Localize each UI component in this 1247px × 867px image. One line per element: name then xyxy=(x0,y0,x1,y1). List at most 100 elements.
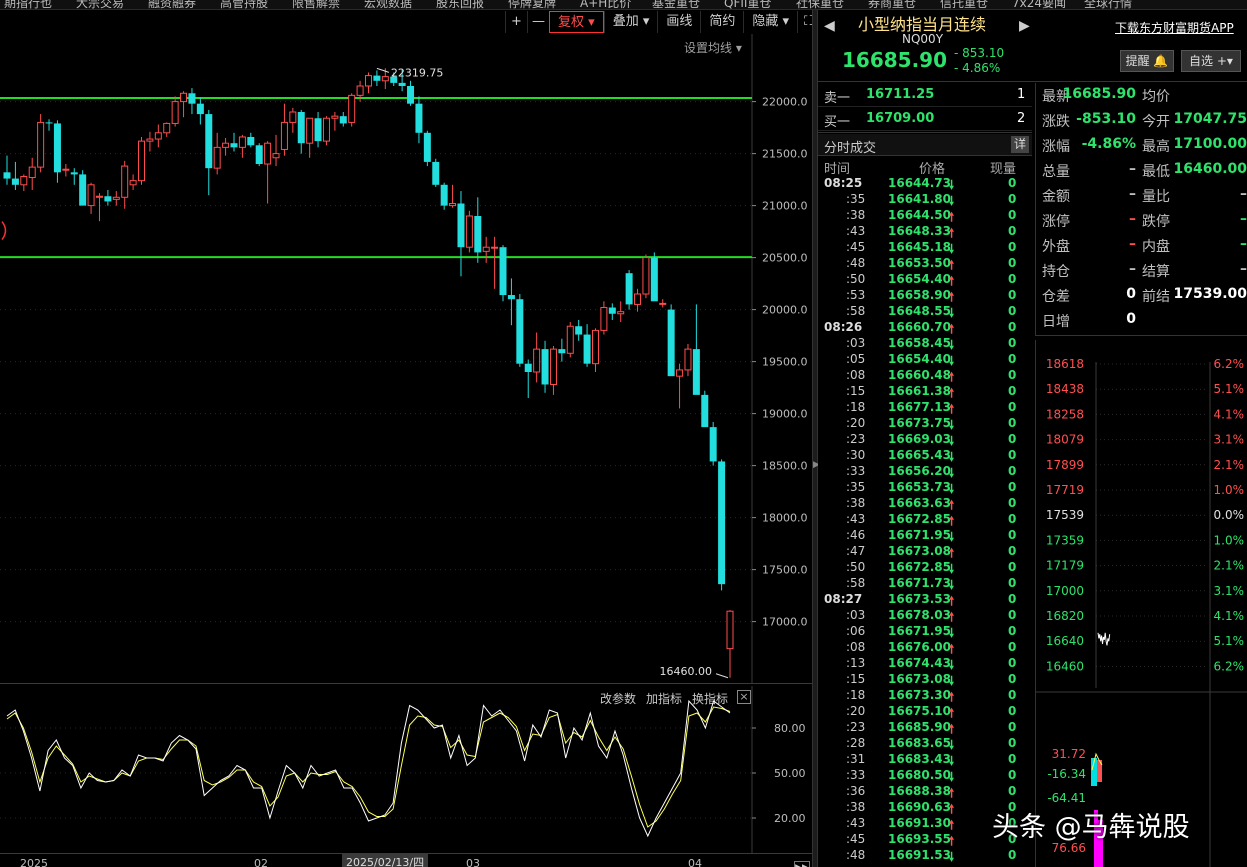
candle-body xyxy=(205,114,213,169)
tick-price: 16660.48 xyxy=(888,368,952,382)
candle-body xyxy=(171,101,179,124)
candle xyxy=(230,132,238,152)
sub-y-tick-label: 50.00 xyxy=(774,767,806,780)
tick-volume: 0 xyxy=(1008,496,1017,510)
candle xyxy=(70,168,78,185)
hide-label: 隐藏 xyxy=(752,14,779,29)
candle-body xyxy=(339,116,347,124)
candle xyxy=(516,294,524,367)
candle-body xyxy=(566,325,574,354)
sub-y-tick-label: 80.00 xyxy=(774,722,806,735)
tick-price: 16690.63 xyxy=(888,800,952,814)
candle-body xyxy=(138,140,146,182)
draw-line-button[interactable]: 画线 xyxy=(657,11,700,33)
candle xyxy=(20,174,28,192)
col-volume: 现量 xyxy=(990,162,1017,177)
candle xyxy=(499,245,507,302)
mini-pct-label: 6.2% xyxy=(1214,659,1245,673)
x-label-2025: 2025 xyxy=(20,857,48,867)
candle-body xyxy=(440,184,448,206)
top-menu-item[interactable]: 社保重仓 xyxy=(796,0,844,9)
mini-price-label: 18618 xyxy=(1046,357,1084,371)
stat-label: 日增 xyxy=(1042,314,1070,330)
tick-detail-button[interactable]: 详 xyxy=(1011,136,1029,153)
tick-price: 16673.75 xyxy=(888,416,952,430)
tick-time: 08:26 xyxy=(824,320,863,334)
top-menu-item[interactable]: 券商重仓 xyxy=(868,0,916,9)
top-menu-item[interactable]: 宏观数据 xyxy=(364,0,412,9)
alert-button[interactable]: 提醒 🔔 xyxy=(1120,50,1174,72)
top-menu-item[interactable]: 股东回报 xyxy=(436,0,484,9)
candle xyxy=(465,210,473,253)
candle xyxy=(432,158,440,187)
intraday-mini-chart[interactable]: 18618 6.2% 18438 5.1% 18258 4.1% 18079 3.1% 1789… xyxy=(1035,340,1247,867)
simple-mode-button[interactable]: 简约 xyxy=(700,11,743,33)
next-contract-icon[interactable]: ▶ xyxy=(1019,18,1030,34)
top-menu-item[interactable]: 高管持股 xyxy=(220,0,268,9)
zoom-out-button[interactable]: — xyxy=(527,11,549,33)
tick-time: 08:27 xyxy=(824,592,863,606)
tick-volume: 0 xyxy=(1008,592,1017,606)
candle xyxy=(138,136,146,185)
candle xyxy=(121,160,129,209)
kdj-indicator-chart[interactable]: 80.00 50.00 20.00 xyxy=(0,686,812,853)
top-menu-item[interactable]: 信托重仓 xyxy=(940,0,988,9)
top-menu-item[interactable]: 基金重仓 xyxy=(652,0,700,9)
top-menu-item[interactable]: 融资融券 xyxy=(148,0,196,9)
fuquan-dropdown[interactable]: 复权 ▾ xyxy=(549,11,604,33)
candle xyxy=(180,91,188,118)
top-menu-item[interactable]: 大宗交易 xyxy=(76,0,124,9)
candle-body xyxy=(104,196,112,202)
mini-pct-label: 6.2% xyxy=(1214,357,1245,371)
top-menu-item[interactable]: 7x24要闻 xyxy=(1012,0,1066,9)
top-menu-item[interactable]: 停牌复牌 xyxy=(508,0,556,9)
candle xyxy=(541,340,549,393)
download-app-link[interactable]: 下载东方财富期货APP xyxy=(1115,19,1234,36)
candle-body xyxy=(600,307,608,331)
candle-body xyxy=(549,348,557,385)
candle xyxy=(642,254,650,299)
zoom-in-button[interactable]: + xyxy=(505,11,527,33)
tick-time: :15 xyxy=(846,672,866,686)
overlay-label: 叠加 xyxy=(612,14,639,29)
tick-volume: 0 xyxy=(1008,704,1017,718)
candlestick-chart[interactable]: 22000.0 21500.0 21000.0 20500.0 20000.0 19500… xyxy=(0,34,812,684)
tick-price: 16669.03 xyxy=(888,432,952,446)
overlay-dropdown[interactable]: 叠加 ▾ xyxy=(603,11,658,33)
tick-time: :23 xyxy=(846,432,866,446)
prev-contract-icon[interactable]: ◀ xyxy=(824,18,835,34)
tick-columns: 时间 价格 现量 xyxy=(818,158,1032,177)
hide-dropdown[interactable]: 隐藏 ▾ xyxy=(743,11,797,33)
tick-price: 16660.70 xyxy=(888,320,952,334)
candle xyxy=(474,197,482,263)
mini-pct-label: 0.0% xyxy=(1214,508,1245,522)
scroll-right-icon[interactable]: ▶▶ xyxy=(794,861,810,867)
kline-chart-panel[interactable]: + — 复权 ▾ 叠加 ▾ 画线 简约 隐藏 ▾ ⛶ 设置均线 ▾ 22000.… xyxy=(0,10,813,867)
top-menu-item[interactable]: QFII重仓 xyxy=(724,0,771,9)
tick-price: 16656.20 xyxy=(888,464,952,478)
ask-label: 卖一 xyxy=(824,91,851,106)
tick-price: 16654.40 xyxy=(888,272,952,286)
candle-body xyxy=(684,348,692,371)
top-menu-item[interactable]: 全球行情 xyxy=(1084,0,1132,9)
mini-price-label: 17539 xyxy=(1046,508,1084,522)
x-label-03: 03 xyxy=(466,857,480,867)
candle-body xyxy=(642,257,650,295)
top-menu-item[interactable]: 期指行也 xyxy=(4,0,52,9)
tick-row: :38 16663.63 🠕 0 xyxy=(818,496,1032,512)
candle xyxy=(3,155,11,185)
candle xyxy=(297,109,305,154)
x-cursor-date: 2025/02/13/四 xyxy=(342,854,429,867)
candle-body xyxy=(255,145,263,164)
tick-time: :03 xyxy=(846,336,866,350)
tick-volume: 0 xyxy=(1008,512,1017,526)
add-favorite-button[interactable]: 自选 +▾ xyxy=(1181,50,1241,72)
tick-list[interactable]: 08:25 16644.73 🠗 0:35 16641.80 🠗 0:38 16644.50 🠕… xyxy=(818,176,1032,864)
intraday-svg[interactable]: 18618 6.2% 18438 5.1% 18258 4.1% 18079 3.1% 1789… xyxy=(1036,340,1247,867)
top-menu-item[interactable]: 限售解禁 xyxy=(292,0,340,9)
stat-row: 涨停 – 跌停 – xyxy=(1036,209,1247,234)
top-menu-item[interactable]: A+H比价 xyxy=(580,0,631,9)
candle-body xyxy=(692,349,700,395)
stat-value: – xyxy=(1240,261,1247,277)
stat-label: 内盘 xyxy=(1142,239,1170,255)
